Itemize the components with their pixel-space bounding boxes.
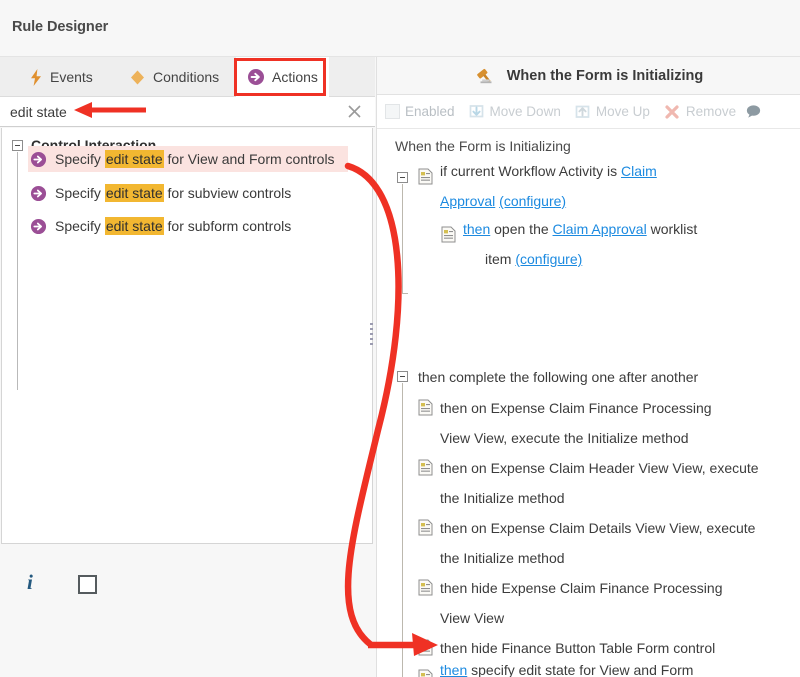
- move-up-icon: [574, 103, 591, 120]
- search-input[interactable]: [8, 97, 308, 127]
- gavel-icon: [475, 65, 497, 87]
- checkbox-icon: [385, 104, 400, 119]
- diamond-icon: [129, 69, 146, 86]
- info-icon[interactable]: i: [27, 570, 33, 595]
- rule-text: worklist: [647, 221, 698, 237]
- list-item-label: Specify edit state for View and Form con…: [55, 151, 335, 167]
- rule-node-icon: [418, 579, 433, 596]
- list-item[interactable]: Specify edit state for subview controls: [28, 180, 291, 206]
- rule-node-act-1-line2: View View, execute the Initialize method: [440, 430, 689, 447]
- configure-link[interactable]: (configure): [499, 193, 566, 209]
- rule-node-act-4-line2: View View: [440, 610, 504, 627]
- then-link[interactable]: then: [463, 221, 490, 237]
- rule-node-act-6[interactable]: then specify edit state for View and For…: [440, 655, 790, 677]
- search-bar: [0, 97, 375, 127]
- tree-guide-foot: [402, 293, 408, 294]
- rule-node-icon: [418, 669, 433, 677]
- rule-toolbar: Enabled Move Down Move Up: [377, 95, 800, 129]
- rule-node-act-2-line1[interactable]: then on Expense Claim Header View View, …: [440, 460, 759, 477]
- tree-guide-line: [402, 184, 403, 294]
- close-icon[interactable]: [346, 103, 363, 120]
- rule-node-icon: [418, 168, 433, 185]
- rule-node-icon: [418, 519, 433, 536]
- circle-arrow-right-icon: [30, 185, 47, 202]
- tab-conditions[interactable]: Conditions: [118, 57, 230, 97]
- claim-link[interactable]: Claim: [621, 163, 657, 179]
- rule-node-open-worklist[interactable]: then open the Claim Approval worklist it…: [463, 214, 793, 274]
- lightning-bolt-icon: [29, 69, 43, 86]
- list-item-label: Specify edit state for subform controls: [55, 218, 291, 234]
- left-panel-footer: i: [0, 545, 375, 677]
- panel-splitter-handle[interactable]: [370, 323, 373, 345]
- tree-guide-line: [402, 383, 403, 677]
- move-down-label: Move Down: [490, 104, 561, 119]
- rule-node-act-4-line1[interactable]: then hide Expense Claim Finance Processi…: [440, 580, 723, 597]
- remove-button[interactable]: Remove: [663, 103, 736, 121]
- collapse-toggle-icon[interactable]: [12, 140, 23, 151]
- rule-text: specify edit state for View and Form: [467, 662, 693, 677]
- right-panel: When the Form is Initializing Enabled Mo…: [376, 57, 800, 677]
- rule-node-icon: [418, 459, 433, 476]
- rule-node-icon: [418, 639, 433, 656]
- comment-bubble-icon: [745, 103, 762, 120]
- search-results-list: Control Interaction Specify edit state f…: [1, 128, 373, 544]
- rule-designer-window: Rule Designer Events Conditions: [0, 0, 800, 677]
- configure-link[interactable]: (configure): [515, 251, 582, 267]
- comment-button[interactable]: [745, 103, 762, 120]
- rule-node-act-1-line1[interactable]: then on Expense Claim Finance Processing: [440, 400, 712, 417]
- rule-node-sequence[interactable]: then complete the following one after an…: [418, 369, 698, 386]
- claim-approval-link[interactable]: Claim Approval: [553, 221, 647, 237]
- rule-node-cond-workflow[interactable]: if current Workflow Activity is Claim Ap…: [440, 156, 790, 216]
- tree-guide-line: [17, 152, 18, 390]
- list-item-label: Specify edit state for subview controls: [55, 185, 291, 201]
- circle-arrow-right-icon: [30, 151, 47, 168]
- remove-label: Remove: [686, 104, 736, 119]
- tab-actions-label: Actions: [272, 69, 318, 85]
- rule-header-title: When the Form is Initializing: [507, 68, 704, 84]
- rule-text: item: [485, 251, 515, 267]
- tab-events[interactable]: Events: [18, 57, 104, 97]
- rule-text: open the: [490, 221, 552, 237]
- collapse-toggle-icon[interactable]: [397, 371, 408, 382]
- x-remove-icon: [663, 103, 681, 121]
- circle-arrow-right-icon: [247, 68, 265, 86]
- title-bar: Rule Designer: [0, 0, 800, 57]
- move-up-button[interactable]: Move Up: [574, 103, 650, 120]
- tab-actions[interactable]: Actions: [236, 57, 329, 97]
- list-item[interactable]: Specify edit state for View and Form con…: [28, 146, 348, 172]
- search-match-highlight: edit state: [105, 217, 164, 235]
- move-down-button[interactable]: Move Down: [468, 103, 561, 120]
- search-match-highlight: edit state: [105, 150, 164, 168]
- list-item[interactable]: Specify edit state for subform controls: [28, 213, 291, 239]
- move-down-icon: [468, 103, 485, 120]
- rule-node-act-3-line2: the Initialize method: [440, 550, 565, 567]
- rule-root-label: When the Form is Initializing: [395, 138, 571, 155]
- move-up-label: Move Up: [596, 104, 650, 119]
- tab-strip: Events Conditions Actions: [0, 57, 375, 97]
- rule-node-act-2-line2: the Initialize method: [440, 490, 565, 507]
- rule-node-act-3-line1[interactable]: then on Expense Claim Details View View,…: [440, 520, 755, 537]
- enabled-checkbox[interactable]: Enabled: [385, 104, 455, 119]
- tab-conditions-label: Conditions: [153, 69, 219, 85]
- rule-text: if current Workflow Activity is: [440, 163, 621, 179]
- tab-events-label: Events: [50, 69, 93, 85]
- rule-header: When the Form is Initializing: [377, 57, 800, 95]
- rule-node-icon: [441, 226, 456, 243]
- square-icon[interactable]: [78, 575, 97, 594]
- circle-arrow-right-icon: [30, 218, 47, 235]
- page-title: Rule Designer: [12, 19, 108, 35]
- search-match-highlight: edit state: [105, 184, 164, 202]
- rule-tree: When the Form is Initializing if current…: [377, 130, 800, 677]
- then-link[interactable]: then: [440, 662, 467, 677]
- enabled-label: Enabled: [405, 104, 455, 119]
- left-panel: Events Conditions Actions: [0, 57, 375, 677]
- collapse-toggle-icon[interactable]: [397, 172, 408, 183]
- approval-link[interactable]: Approval: [440, 193, 495, 209]
- rule-node-icon: [418, 399, 433, 416]
